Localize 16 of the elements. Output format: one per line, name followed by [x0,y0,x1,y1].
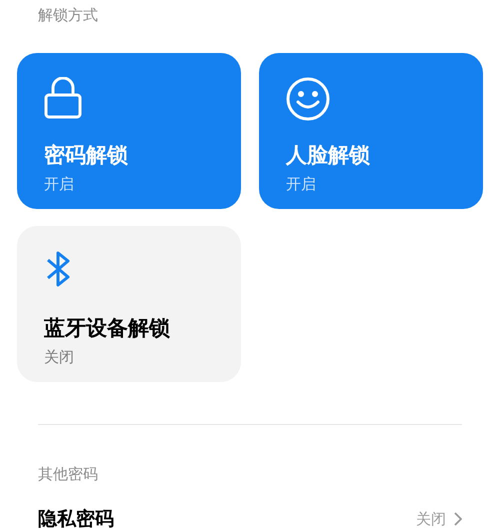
unlock-card[interactable]: 人脸解锁 开启 [259,52,483,208]
row-label[interactable]: 隐私密码 [38,505,114,532]
unlock-card[interactable]: 蓝牙设备解锁 关闭 [17,226,241,382]
section-title: 解锁方式 [37,5,99,26]
row-value: 关闭 [416,509,446,530]
lock-icon [44,76,82,118]
card-title: 密码解锁 [44,142,129,168]
card-title: 蓝牙设备解锁 [44,314,171,342]
section-title: 其他密码 [37,464,99,484]
card-title: 人脸解锁 [286,142,371,168]
chevron-icon [454,512,462,526]
card-status: 开启 [44,174,75,194]
smiley-icon [286,76,330,120]
card-status: 开启 [286,174,317,194]
card-status: 关闭 [44,346,75,368]
unlock-card[interactable]: 密码解锁 开启 [17,52,241,208]
